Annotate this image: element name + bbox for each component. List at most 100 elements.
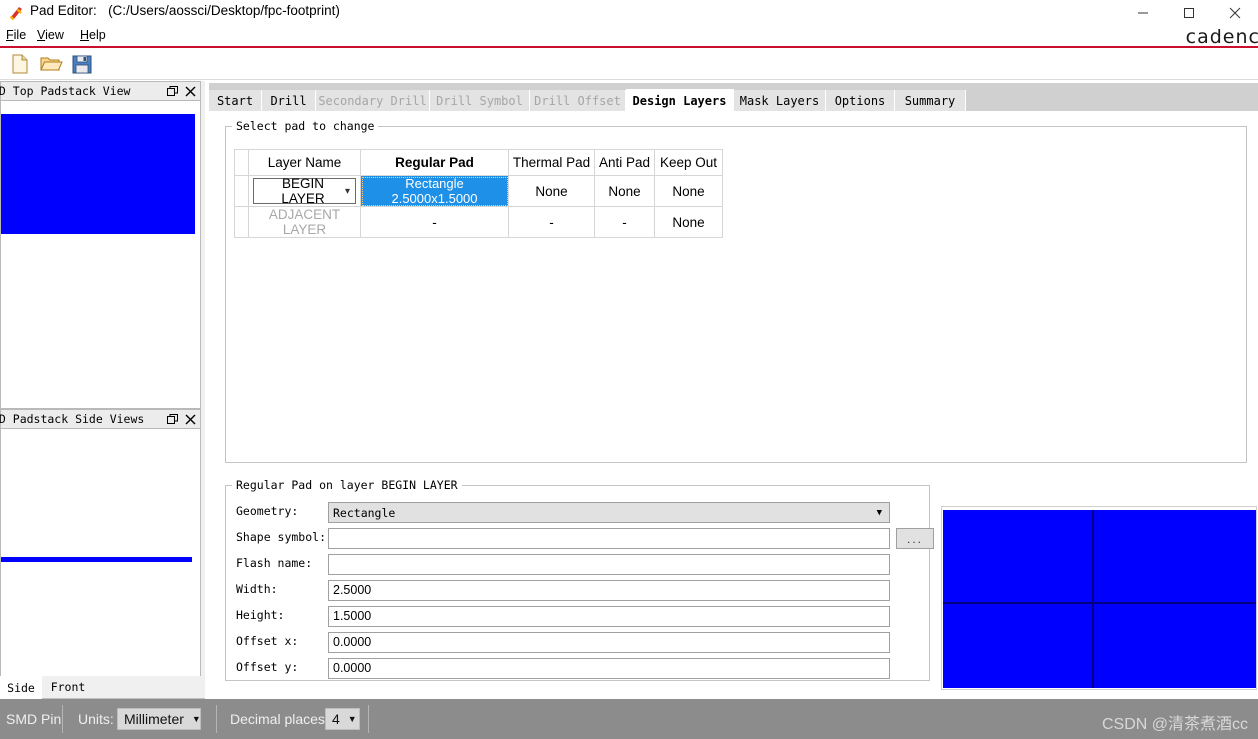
flash-name-input[interactable] xyxy=(328,554,890,575)
flash-name-label: Flash name: xyxy=(236,556,313,570)
height-input[interactable]: 1.5000 xyxy=(328,606,890,627)
table-header-row: Layer Name Regular Pad Thermal Pad Anti … xyxy=(234,149,723,176)
regular-pad-group: Regular Pad on layer BEGIN LAYER Geometr… xyxy=(225,478,934,681)
row-height: Height: 1.5000 xyxy=(236,606,926,627)
width-input[interactable]: 2.5000 xyxy=(328,580,890,601)
tab-drill[interactable]: Drill xyxy=(262,90,316,111)
layer-name-select[interactable]: BEGIN LAYER ▾ xyxy=(253,176,356,206)
tab-start[interactable]: Start xyxy=(209,90,262,111)
col-anti-pad[interactable]: Anti Pad xyxy=(594,149,655,176)
cadence-logo: cadenc xyxy=(1185,26,1258,48)
row-header-begin[interactable] xyxy=(234,175,249,207)
col-thermal-pad[interactable]: Thermal Pad xyxy=(508,149,595,176)
panel-title-bar[interactable]: 2D Top Padstack View xyxy=(0,81,201,100)
cell-regular-pad-begin[interactable]: Rectangle 2.5000x1.5000 xyxy=(360,175,509,207)
select-pad-group: Select pad to change Layer Name Regular … xyxy=(225,119,1247,463)
chevron-down-icon: ▼ xyxy=(191,714,201,724)
status-divider-1 xyxy=(62,705,63,733)
open-file-icon[interactable] xyxy=(39,52,65,76)
row-width: Width: 2.5000 xyxy=(236,580,926,601)
preview-crosshair-vertical xyxy=(1092,510,1094,688)
panel-top-padstack-view: 2D Top Padstack View xyxy=(0,81,201,409)
top-padstack-canvas[interactable] xyxy=(0,100,201,409)
tab-side[interactable]: Side xyxy=(0,676,42,699)
toolbar xyxy=(0,48,1258,80)
col-layer-name[interactable]: Layer Name xyxy=(248,149,361,176)
tab-drill-symbol[interactable]: Drill Symbol xyxy=(430,90,530,111)
status-divider-2 xyxy=(216,705,217,733)
tab-options[interactable]: Options xyxy=(826,90,895,111)
panel-title-bar[interactable]: 2D Padstack Side Views xyxy=(0,409,201,428)
decimal-places-select[interactable]: 4 ▼ xyxy=(325,708,360,730)
cell-thermal-pad-adjacent[interactable]: - xyxy=(508,206,595,238)
pin-type-label: SMD Pin xyxy=(6,711,62,727)
cell-anti-pad-begin[interactable]: None xyxy=(594,175,655,207)
minimize-button[interactable] xyxy=(1120,0,1166,26)
shape-symbol-browse-button[interactable]: ... xyxy=(896,528,934,549)
wizard-tabs: Start Drill Secondary Drill Drill Symbol… xyxy=(209,89,1258,112)
cell-layer-name-begin[interactable]: BEGIN LAYER ▾ xyxy=(248,175,361,207)
shape-symbol-input[interactable] xyxy=(328,528,890,549)
menu-help[interactable]: Help xyxy=(80,28,106,42)
geometry-label: Geometry: xyxy=(236,504,299,518)
tab-design-layers[interactable]: Design Layers xyxy=(626,89,734,112)
close-button[interactable] xyxy=(1212,0,1258,26)
pad-top-shape xyxy=(1,114,195,234)
cell-anti-pad-adjacent[interactable]: - xyxy=(594,206,655,238)
select-pad-legend: Select pad to change xyxy=(232,119,379,133)
save-file-icon[interactable] xyxy=(70,52,96,76)
pad-editor-window: Pad Editor: (C:/Users/aossci/Desktop/fpc… xyxy=(0,0,1258,739)
col-rowhdr xyxy=(234,149,249,176)
geometry-select[interactable]: Rectangle ▼ xyxy=(328,502,890,523)
row-header-adjacent[interactable] xyxy=(234,206,249,238)
pad-shape-preview[interactable] xyxy=(941,506,1257,690)
col-regular-pad[interactable]: Regular Pad xyxy=(360,149,509,176)
offset-y-label: Offset y: xyxy=(236,660,299,674)
left-dock: 2D Top Padstack View 2D Padstack Side Vi… xyxy=(0,81,205,685)
row-geometry: Geometry: Rectangle ▼ xyxy=(236,502,926,523)
cell-keep-out-begin[interactable]: None xyxy=(654,175,723,207)
new-file-icon[interactable] xyxy=(8,52,34,76)
pad-layer-table: Layer Name Regular Pad Thermal Pad Anti … xyxy=(234,149,723,238)
tab-drill-offset[interactable]: Drill Offset xyxy=(530,90,626,111)
height-label: Height: xyxy=(236,608,285,622)
status-bar: SMD Pin Units: Millimeter ▼ Decimal plac… xyxy=(0,699,1258,739)
layer-name-value: BEGIN LAYER xyxy=(281,176,325,206)
units-label: Units: xyxy=(78,711,114,727)
cell-regular-pad-adjacent[interactable]: - xyxy=(360,206,509,238)
pad-editor-icon xyxy=(8,4,26,22)
chevron-down-icon: ▼ xyxy=(347,714,357,724)
panel-title-label: 2D Top Padstack View xyxy=(0,84,131,98)
tab-front[interactable]: Front xyxy=(42,676,94,699)
offset-y-input[interactable]: 0.0000 xyxy=(328,658,890,679)
chevron-down-icon: ▼ xyxy=(876,507,882,518)
units-select[interactable]: Millimeter ▼ xyxy=(117,708,201,730)
maximize-button[interactable] xyxy=(1166,0,1212,26)
menu-view[interactable]: View xyxy=(37,28,64,42)
offset-x-input[interactable]: 0.0000 xyxy=(328,632,890,653)
col-keep-out[interactable]: Keep Out xyxy=(654,149,723,176)
table-row: ADJACENT LAYER - - - None xyxy=(234,206,723,238)
cell-keep-out-adjacent[interactable]: None xyxy=(654,206,723,238)
regular-pad-legend: Regular Pad on layer BEGIN LAYER xyxy=(232,478,462,492)
cell-layer-name-adjacent: ADJACENT LAYER xyxy=(248,206,361,238)
cell-thermal-pad-begin[interactable]: None xyxy=(508,175,595,207)
tab-summary[interactable]: Summary xyxy=(895,90,966,111)
tab-filler xyxy=(94,676,205,699)
chevron-down-icon: ▾ xyxy=(344,185,350,197)
units-value: Millimeter xyxy=(124,711,184,727)
side-views-canvas[interactable] xyxy=(0,428,201,685)
main-pane: Start Drill Secondary Drill Drill Symbol… xyxy=(209,83,1258,699)
design-layers-panel: Select pad to change Layer Name Regular … xyxy=(209,111,1258,699)
preview-crosshair-horizontal xyxy=(943,602,1256,604)
side-view-tabs: Side Front xyxy=(0,676,205,699)
panel-title-label: 2D Padstack Side Views xyxy=(0,412,145,426)
row-flash-name: Flash name: xyxy=(236,554,926,575)
title-bar: Pad Editor: (C:/Users/aossci/Desktop/fpc… xyxy=(0,0,1258,26)
watermark: CSDN @清茶煮酒cc xyxy=(1101,716,1248,733)
tab-secondary-drill[interactable]: Secondary Drill xyxy=(316,90,430,111)
menu-file[interactable]: File xyxy=(6,28,26,42)
decimal-places-label: Decimal places: xyxy=(230,711,329,727)
row-shape-symbol: Shape symbol: ... xyxy=(236,528,934,549)
tab-mask-layers[interactable]: Mask Layers xyxy=(734,90,826,111)
